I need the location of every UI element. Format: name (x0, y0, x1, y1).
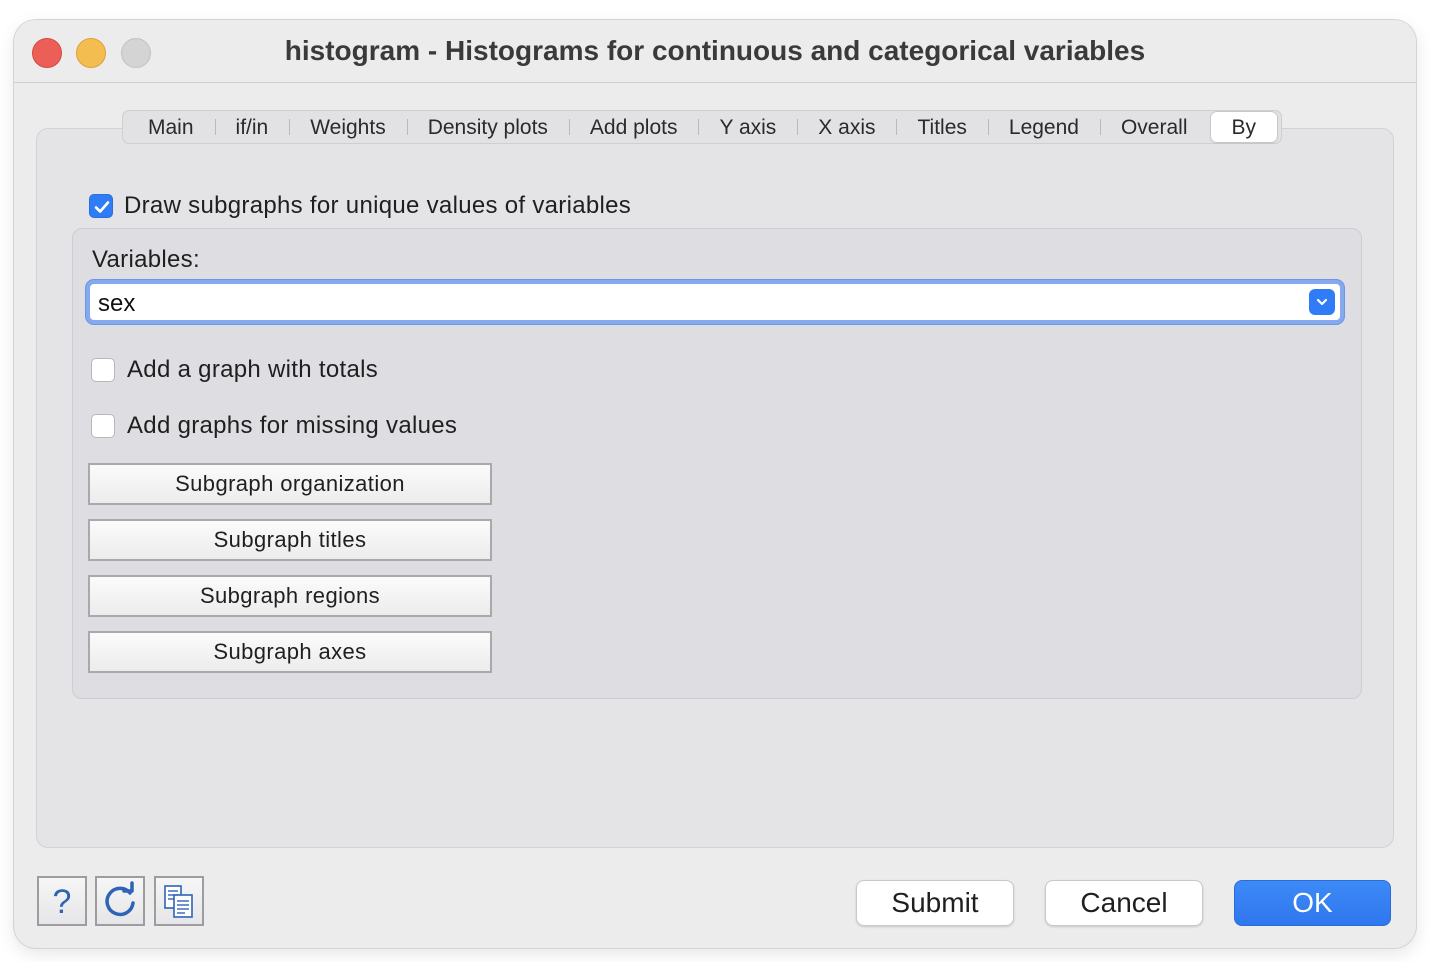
subgraph-axes-button[interactable]: Subgraph axes (88, 631, 492, 673)
tab-density-plots[interactable]: Density plots (406, 112, 569, 142)
variables-value[interactable]: sex (98, 290, 135, 318)
tab-by[interactable]: By (1210, 112, 1278, 142)
draw-subgraphs-checkbox[interactable] (89, 194, 113, 218)
question-icon: ? (52, 883, 72, 921)
chevron-down-icon (1316, 298, 1328, 306)
add-missing-checkbox[interactable] (91, 414, 115, 438)
tab-x-axis[interactable]: X axis (797, 112, 896, 142)
refresh-icon (105, 881, 135, 917)
help-button[interactable]: ? (37, 876, 87, 926)
subgraph-regions-button[interactable]: Subgraph regions (88, 575, 492, 617)
subgraph-organization-button[interactable]: Subgraph organization (88, 463, 492, 505)
dropdown-button[interactable] (1309, 289, 1335, 315)
tab-bar: Main if/in Weights Density plots Add plo… (122, 110, 1283, 144)
subgraph-titles-button[interactable]: Subgraph titles (88, 519, 492, 561)
tab-legend[interactable]: Legend (987, 112, 1100, 142)
add-totals-checkbox[interactable] (91, 358, 115, 382)
tab-if-in[interactable]: if/in (214, 112, 290, 142)
tab-overall[interactable]: Overall (1099, 112, 1209, 142)
reset-button[interactable] (95, 876, 145, 926)
ok-button[interactable]: OK (1234, 880, 1391, 926)
tab-y-axis[interactable]: Y axis (698, 112, 797, 142)
tab-titles[interactable]: Titles (896, 112, 987, 142)
tab-add-plots[interactable]: Add plots (568, 112, 699, 142)
tab-main[interactable]: Main (127, 112, 215, 142)
copy-command-button[interactable] (154, 876, 204, 926)
variables-combobox[interactable]: sex (86, 280, 1344, 324)
draw-subgraphs-label[interactable]: Draw subgraphs for unique values of vari… (124, 192, 631, 220)
cancel-button[interactable]: Cancel (1045, 880, 1203, 926)
title-bar[interactable]: histogram - Histograms for continuous an… (14, 20, 1416, 83)
variables-label: Variables: (92, 246, 200, 273)
tab-weights[interactable]: Weights (289, 112, 406, 142)
copy-command-icon (164, 885, 193, 918)
window-title: histogram - Histograms for continuous an… (284, 35, 1146, 66)
submit-button[interactable]: Submit (856, 880, 1014, 926)
add-missing-label[interactable]: Add graphs for missing values (127, 412, 457, 440)
checkmark-icon (94, 201, 110, 213)
add-totals-label[interactable]: Add a graph with totals (127, 356, 378, 384)
